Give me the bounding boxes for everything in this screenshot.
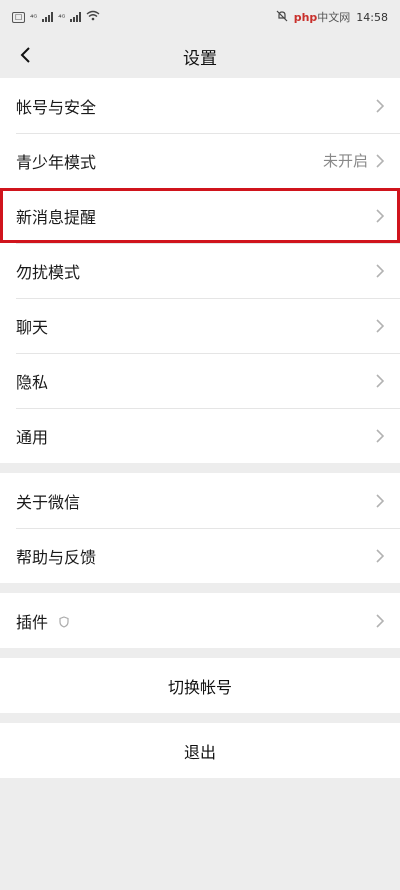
settings-item-label: 隐私	[16, 372, 49, 392]
chevron-right-icon	[376, 548, 384, 563]
settings-item-label: 青少年模式	[16, 152, 97, 172]
chevron-right-icon	[376, 428, 384, 443]
shield-icon	[59, 615, 69, 628]
network-4g-icon: ⁴ᴳ	[30, 12, 38, 22]
chevron-right-icon	[376, 153, 384, 168]
nav-bar: 设置	[0, 34, 400, 78]
network-4g-icon-2: ⁴ᴳ	[58, 12, 66, 22]
watermark-logo: php中文网	[293, 11, 351, 24]
chevron-right-icon	[376, 613, 384, 628]
settings-group-1: 帐号与安全 青少年模式 未开启 新消息提醒 勿扰模式 聊天 隐私 通用	[0, 78, 400, 463]
signal-icon	[42, 12, 54, 22]
group-separator	[0, 713, 400, 723]
page-title: 设置	[183, 48, 217, 69]
settings-item-general[interactable]: 通用	[0, 408, 400, 463]
settings-item-plugins[interactable]: 插件	[0, 593, 400, 648]
chevron-right-icon	[376, 208, 384, 223]
sim-icon: ☐	[12, 11, 26, 23]
settings-item-teen-mode[interactable]: 青少年模式 未开启	[0, 133, 400, 188]
settings-item-label: 插件	[16, 609, 376, 633]
settings-group-2: 关于微信 帮助与反馈	[0, 473, 400, 583]
chevron-right-icon	[376, 318, 384, 333]
chevron-right-icon	[376, 373, 384, 388]
signal-icon-2	[70, 12, 82, 22]
settings-item-label: 勿扰模式	[16, 262, 81, 282]
mute-bell-icon	[276, 10, 288, 25]
group-separator	[0, 583, 400, 593]
settings-item-label: 关于微信	[16, 492, 81, 512]
wifi-icon	[86, 10, 100, 24]
chevron-right-icon	[376, 263, 384, 278]
settings-item-privacy[interactable]: 隐私	[0, 353, 400, 408]
status-left: ☐ ⁴ᴳ ⁴ᴳ	[12, 10, 100, 24]
settings-item-label: 通用	[16, 427, 49, 447]
settings-item-new-message-notify[interactable]: 新消息提醒	[0, 188, 400, 243]
settings-item-help-feedback[interactable]: 帮助与反馈	[0, 528, 400, 583]
settings-item-do-not-disturb[interactable]: 勿扰模式	[0, 243, 400, 298]
group-separator	[0, 463, 400, 473]
settings-item-account-security[interactable]: 帐号与安全	[0, 78, 400, 133]
settings-item-label: 新消息提醒	[16, 207, 97, 227]
plugins-label: 插件	[16, 612, 49, 632]
logout-button[interactable]: 退出	[0, 723, 400, 778]
settings-item-label: 帐号与安全	[16, 97, 97, 117]
settings-item-label: 帮助与反馈	[16, 547, 97, 567]
switch-account-button[interactable]: 切换帐号	[0, 658, 400, 713]
status-right: php中文网 14:58	[276, 9, 388, 25]
status-time: 14:58	[356, 10, 388, 24]
settings-item-chat[interactable]: 聊天	[0, 298, 400, 353]
group-separator	[0, 648, 400, 658]
chevron-right-icon	[376, 98, 384, 113]
back-button[interactable]	[12, 42, 38, 68]
chevron-right-icon	[376, 493, 384, 508]
settings-item-label: 聊天	[16, 317, 49, 337]
settings-item-value: 未开启	[322, 152, 368, 170]
status-bar: ☐ ⁴ᴳ ⁴ᴳ php中文网 14:58	[0, 0, 400, 34]
settings-group-3: 插件	[0, 593, 400, 648]
settings-item-about[interactable]: 关于微信	[0, 473, 400, 528]
chevron-left-icon	[20, 47, 30, 63]
